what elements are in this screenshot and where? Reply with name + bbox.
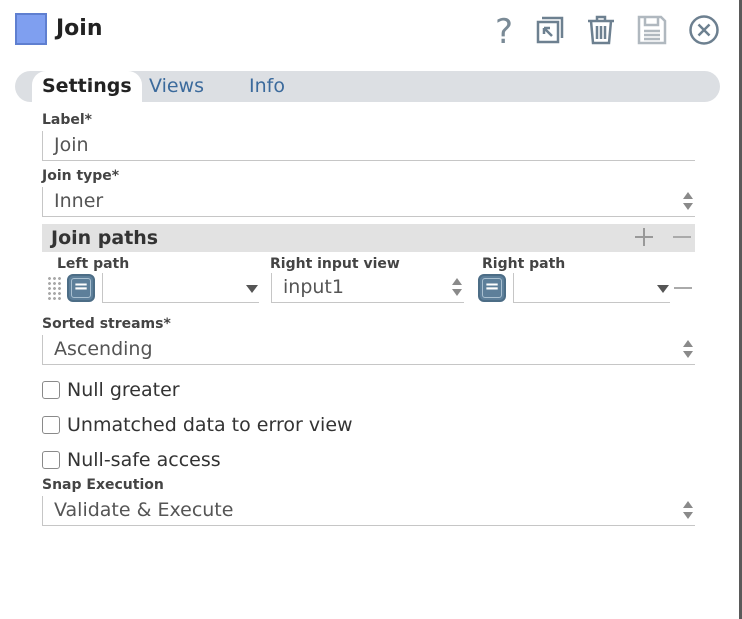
join-type-spinner-icon[interactable]	[683, 192, 693, 212]
null-safe-access-label: Null-safe access	[67, 449, 221, 471]
drag-handle-icon[interactable]	[47, 276, 61, 302]
right-input-view-spinner-icon[interactable]	[452, 278, 462, 298]
remove-join-paths-icon[interactable]	[673, 228, 691, 246]
tab-bar: Settings Views Info	[15, 71, 720, 104]
null-safe-access-checkbox[interactable]: Null-safe access	[42, 448, 221, 472]
join-paths-section: Join paths	[42, 224, 695, 252]
expand-icon[interactable]	[534, 14, 566, 46]
snap-execution-value: Validate & Execute	[54, 499, 234, 521]
help-icon[interactable]: ?	[488, 14, 520, 46]
remove-join-path-row-icon[interactable]	[674, 279, 692, 297]
join-type-label: Join type*	[42, 168, 120, 184]
null-greater-checkbox[interactable]: Null greater	[42, 378, 180, 402]
unmatched-data-label: Unmatched data to error view	[67, 414, 353, 436]
unmatched-data-checkbox[interactable]: Unmatched data to error view	[42, 413, 353, 437]
join-type-select[interactable]: Inner	[42, 187, 695, 217]
tab-views[interactable]: Views	[149, 71, 204, 102]
sorted-streams-select[interactable]: Ascending	[42, 335, 695, 365]
right-path-dropdown-icon[interactable]	[657, 285, 669, 293]
right-path-expression-button[interactable]: =	[478, 274, 506, 302]
add-join-path-icon[interactable]	[635, 228, 653, 246]
null-greater-checkbox-box[interactable]	[42, 381, 60, 399]
trash-icon[interactable]	[585, 14, 617, 46]
snap-title: Join	[56, 16, 103, 41]
left-path-label: Left path	[57, 256, 130, 272]
join-type-value: Inner	[54, 190, 104, 212]
snap-color-swatch	[15, 13, 47, 45]
label-input[interactable]: Join	[42, 131, 695, 161]
left-path-dropdown-icon[interactable]	[246, 285, 258, 293]
null-safe-access-checkbox-box[interactable]	[42, 451, 60, 469]
label-input-value: Join	[54, 134, 89, 156]
sorted-streams-label: Sorted streams*	[42, 316, 171, 332]
snap-execution-label: Snap Execution	[42, 477, 164, 493]
right-input-view-select[interactable]: input1	[271, 273, 464, 303]
snap-execution-select[interactable]: Validate & Execute	[42, 496, 695, 526]
svg-text:?: ?	[495, 14, 513, 46]
sorted-streams-spinner-icon[interactable]	[683, 340, 693, 360]
right-path-input[interactable]	[513, 273, 670, 303]
unmatched-data-checkbox-box[interactable]	[42, 416, 60, 434]
close-icon[interactable]	[688, 14, 720, 46]
label-field-label: Label*	[42, 112, 93, 128]
right-path-label: Right path	[482, 256, 566, 272]
null-greater-label: Null greater	[67, 379, 180, 401]
tab-info[interactable]: Info	[249, 71, 285, 102]
join-paths-title: Join paths	[51, 227, 159, 249]
right-input-view-value: input1	[283, 276, 344, 298]
left-path-expression-button[interactable]: =	[67, 274, 95, 302]
left-path-input[interactable]	[102, 273, 259, 303]
sorted-streams-value: Ascending	[54, 338, 153, 360]
right-input-view-label: Right input view	[270, 256, 400, 272]
save-icon[interactable]	[636, 14, 668, 46]
snap-execution-spinner-icon[interactable]	[683, 501, 693, 521]
tab-settings[interactable]: Settings	[32, 71, 142, 104]
